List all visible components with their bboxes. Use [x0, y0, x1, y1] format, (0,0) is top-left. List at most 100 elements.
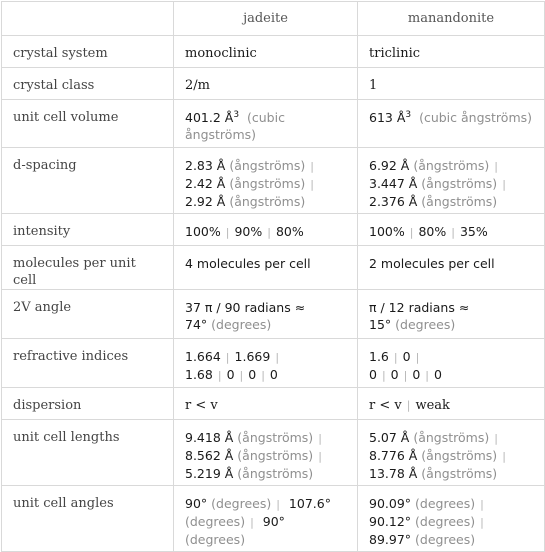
unit: (ångströms) — [421, 176, 498, 191]
value: 89.97° — [369, 532, 412, 547]
separator: | — [425, 369, 430, 382]
separator: | — [415, 351, 420, 364]
table-row-unit-cell-lengths: unit cell lengths 9.418 Å (ångströms) | 8… — [1, 419, 545, 486]
unit: (ångströms) — [237, 430, 314, 445]
separator: | — [276, 498, 280, 511]
separator: | — [494, 160, 498, 173]
separator: | — [239, 369, 244, 382]
value: 90% — [234, 224, 263, 239]
separator: | — [318, 432, 322, 445]
separator: | — [480, 498, 484, 511]
value: 1.664 — [185, 349, 221, 364]
unit: (ångströms) — [413, 430, 490, 445]
value: 1.68 — [185, 367, 213, 382]
jadeite-intensity: 100% | 90% | 80% — [173, 213, 358, 246]
value: 2.42 Å — [185, 176, 226, 191]
unit: (ångströms) — [237, 466, 314, 481]
value: 90.12° — [369, 514, 412, 529]
jadeite-dispersion: r < v — [173, 387, 358, 420]
unit: (degrees) — [415, 496, 476, 511]
separator: | — [310, 160, 314, 173]
table-row-molecules: molecules per unit cell 4 molecules per … — [1, 245, 545, 290]
row-label: crystal system — [1, 35, 174, 68]
row-label: unit cell volume — [1, 99, 174, 148]
table-row-unit-cell-volume: unit cell volume 401.2 Å3 (cubic ångströ… — [1, 99, 545, 148]
row-label: d-spacing — [1, 147, 174, 214]
jadeite-unit-cell-volume: 401.2 Å3 (cubic ångströms) — [173, 99, 358, 148]
separator: | — [261, 369, 265, 382]
table-row-intensity: intensity 100% | 90% | 80% 100% | 80% | 35% — [1, 213, 545, 246]
value: 90.09° — [369, 496, 412, 511]
table-row-dispersion: dispersion r < v r < v | weak — [1, 387, 545, 420]
value: 0 — [402, 349, 411, 364]
unit: (degrees) — [211, 317, 272, 332]
value: 100% — [185, 224, 221, 239]
header-manandonite: manandonite — [357, 1, 545, 36]
jadeite-crystal-system: monoclinic — [173, 35, 358, 68]
manandonite-crystal-system: triclinic — [357, 35, 545, 68]
radians-value: 37 π / 90 radians ≈ — [185, 300, 306, 315]
unit: (ångströms) — [421, 466, 498, 481]
header-row: jadeite manandonite — [1, 1, 545, 36]
value: 401.2 Å — [185, 110, 234, 125]
manandonite-d-spacing: 6.92 Å (ångströms) | 3.447 Å (ångströms) |… — [357, 147, 545, 214]
jadeite-d-spacing: 2.83 Å (ångströms) | 2.42 Å (ångströms) | … — [173, 147, 358, 214]
jadeite-2v-angle: 37 π / 90 radians ≈ 74° (degrees) — [173, 289, 358, 339]
table-row-d-spacing: d-spacing 2.83 Å (ångströms) | 2.42 Å (ån… — [1, 147, 545, 214]
manandonite-intensity: 100% | 80% | 35% — [357, 213, 545, 246]
unit: (degrees) — [415, 514, 476, 529]
value: 90° — [185, 496, 208, 511]
value: 1.669 — [234, 349, 271, 364]
separator: | — [275, 351, 280, 364]
table-row-unit-cell-angles: unit cell angles 90° (degrees) | 107.6° (… — [1, 485, 545, 552]
value: 0 — [248, 367, 257, 382]
manandonite-refractive-indices: 1.6 | 0 | 0 | 0 | 0 | 0 — [357, 338, 545, 388]
table-row-crystal-class: crystal class 2/m 1 — [1, 67, 545, 100]
jadeite-unit-cell-lengths: 9.418 Å (ångströms) | 8.562 Å (ångströms)… — [173, 419, 358, 486]
value: 6.92 Å — [369, 158, 410, 173]
row-label: 2V angle — [1, 289, 174, 339]
value: 100% — [369, 224, 405, 239]
row-label: unit cell lengths — [1, 419, 174, 486]
separator: | — [225, 351, 230, 364]
separator: | — [409, 226, 414, 239]
degrees-value: 74° — [185, 317, 208, 332]
separator: | — [494, 432, 498, 445]
unit: (ångströms) — [237, 448, 314, 463]
separator: | — [502, 178, 506, 191]
exponent: 3 — [405, 109, 412, 120]
separator: | — [225, 226, 230, 239]
separator: | — [393, 351, 398, 364]
manandonite-unit-cell-angles: 90.09° (degrees) | 90.12° (degrees) | 89.9… — [357, 485, 545, 552]
row-label: refractive indices — [1, 338, 174, 388]
value: r < v — [369, 398, 402, 413]
manandonite-unit-cell-volume: 613 Å3 (cubic ångströms) — [357, 99, 545, 148]
unit: (degrees) — [211, 496, 272, 511]
header-empty-cell — [1, 1, 174, 36]
value: 0 — [390, 367, 399, 382]
manandonite-2v-angle: π / 12 radians ≈ 15° (degrees) — [357, 289, 545, 339]
separator: | — [318, 450, 322, 463]
value: r < v — [185, 398, 218, 413]
value: 5.219 Å — [185, 466, 234, 481]
value: 1.6 — [369, 349, 389, 364]
unit: (degrees) — [415, 532, 476, 547]
degrees-value: 15° — [369, 317, 392, 332]
value: 80% — [275, 224, 304, 239]
jadeite-refractive-indices: 1.664 | 1.669 | 1.68 | 0 | 0 | 0 — [173, 338, 358, 388]
unit: (degrees) — [185, 514, 246, 529]
value: 107.6° — [288, 496, 331, 511]
radians-value: π / 12 radians ≈ — [369, 300, 470, 315]
value: 613 Å — [369, 110, 406, 125]
unit: (ångströms) — [229, 176, 306, 191]
value: 3.447 Å — [369, 176, 418, 191]
separator: | — [310, 178, 314, 191]
row-label: intensity — [1, 213, 174, 246]
manandonite-crystal-class: 1 — [357, 67, 545, 100]
manandonite-molecules: 2 molecules per cell — [357, 245, 545, 290]
value: 2.92 Å — [185, 194, 226, 209]
manandonite-dispersion: r < v | weak — [357, 387, 545, 420]
unit: (degrees) — [395, 317, 456, 332]
row-label: dispersion — [1, 387, 174, 420]
value: 0 — [434, 367, 442, 382]
